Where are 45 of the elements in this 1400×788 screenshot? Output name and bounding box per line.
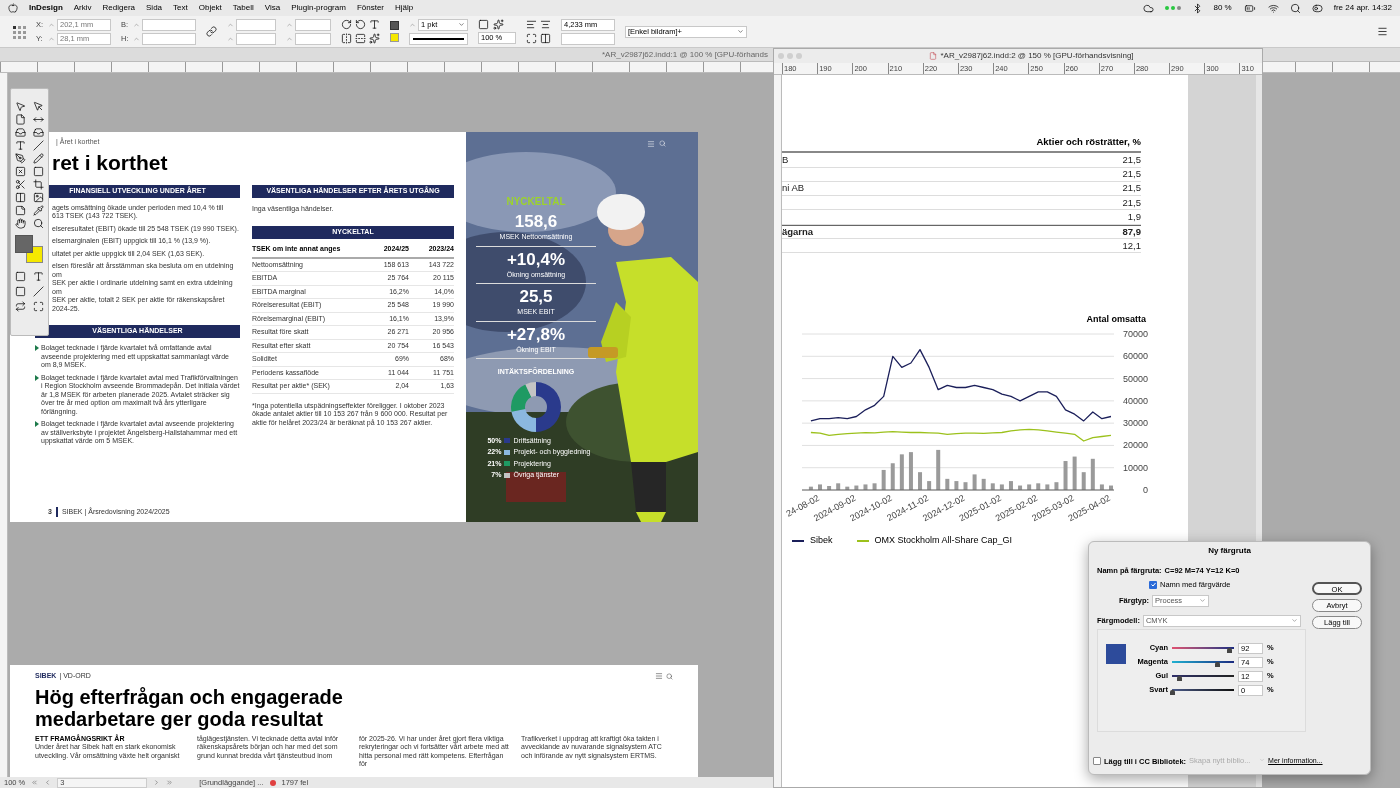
y-tick-label: 70000 [1122,328,1148,339]
y-tick-label: 50000 [1122,373,1148,384]
battery-percent: 80 % [1213,2,1232,14]
legend-label: OMX Stockholm All-Share Cap_GI [874,533,1013,547]
y-tick-label: 60000 [1122,351,1148,362]
stat-value: 158,6 [514,212,558,232]
page-heading: Hög efterfrågan och engagerade medarbetare ger goda resultat [35,685,344,730]
page-title: ret i korthet [52,150,169,175]
menu-item[interactable]: Text [173,2,188,14]
app-menu[interactable]: InDesign [29,2,63,14]
table-cell: 87,9 [1122,224,1141,239]
table-cell: 21,5 [1122,195,1141,210]
stat-value: +10,4% [506,249,566,270]
stat-value: +27,8% [506,324,566,345]
legend-label: Sibek [810,533,833,547]
table-cell: ni AB [782,181,805,196]
menu-item[interactable]: Plugin-program [291,2,346,14]
table-cell: 21,5 [1122,181,1141,196]
menu-item[interactable]: Fönster [356,2,384,14]
menu-item[interactable]: Visa [264,2,281,14]
table-cell-text: 21,5 [1122,152,1141,167]
clock: fre 24 apr. 14:32 [1333,2,1392,14]
table-cell: ägarna [782,224,814,239]
menu-item[interactable]: Sida [146,2,163,14]
chart-title: Antal omsatta [1086,313,1146,327]
stat-value: 25,5 [519,287,553,307]
document-tab[interactable]: *AR_v2987j62.indd:1 @ 100 % [GPU-förhands [0,48,770,61]
dialog-title: Ny färgruta [1207,545,1252,557]
menu-item[interactable]: Tabell [232,2,254,14]
table-heading: Aktier och rösträtter, % [1036,135,1141,149]
table-cell: 12,1 [1122,238,1141,253]
y-tick-label: 10000 [1122,462,1148,473]
menu-item[interactable]: Arkiv [73,2,92,14]
window-title: *AR_v2987j62.indd:2 @ 150 % [GPU-förhandsvisning] [940,50,1134,62]
y-tick-label: 0 [1143,484,1148,495]
table-cell: 21,5 [1122,167,1141,182]
menu-item[interactable]: Redigera [102,2,136,14]
y-tick-label: 20000 [1122,440,1148,451]
menu-item[interactable]: Objekt [198,2,222,14]
menu-item[interactable]: Hjälp [395,2,414,14]
panel-title: NYCKELTAL [506,195,566,209]
y-tick-label: 30000 [1122,417,1148,428]
table-cell-text: B [782,152,789,167]
y-tick-label: 40000 [1122,395,1148,406]
table-cell-text: 1,9 [1127,209,1141,224]
